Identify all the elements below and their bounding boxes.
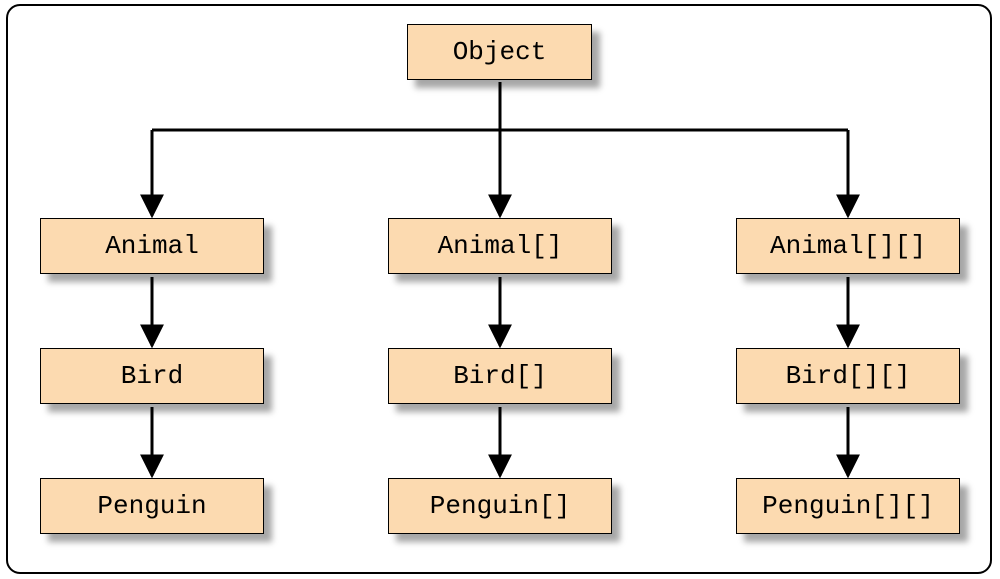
node-object: Object (407, 24, 592, 80)
node-label: Penguin (97, 491, 206, 521)
node-label: Animal[] (438, 231, 563, 261)
node-penguin-2: Penguin[][] (736, 478, 960, 534)
node-label: Bird[] (453, 361, 547, 391)
node-label: Object (453, 37, 547, 67)
node-bird-0: Bird (40, 348, 264, 404)
node-label: Animal (105, 231, 199, 261)
node-label: Penguin[][] (762, 491, 934, 521)
node-animal-1: Animal[] (388, 218, 612, 274)
node-animal-0: Animal (40, 218, 264, 274)
node-penguin-0: Penguin (40, 478, 264, 534)
node-label: Animal[][] (770, 231, 926, 261)
node-label: Bird[][] (786, 361, 911, 391)
node-bird-2: Bird[][] (736, 348, 960, 404)
node-label: Bird (121, 361, 183, 391)
node-label: Penguin[] (430, 491, 570, 521)
node-animal-2: Animal[][] (736, 218, 960, 274)
node-penguin-1: Penguin[] (388, 478, 612, 534)
node-bird-1: Bird[] (388, 348, 612, 404)
